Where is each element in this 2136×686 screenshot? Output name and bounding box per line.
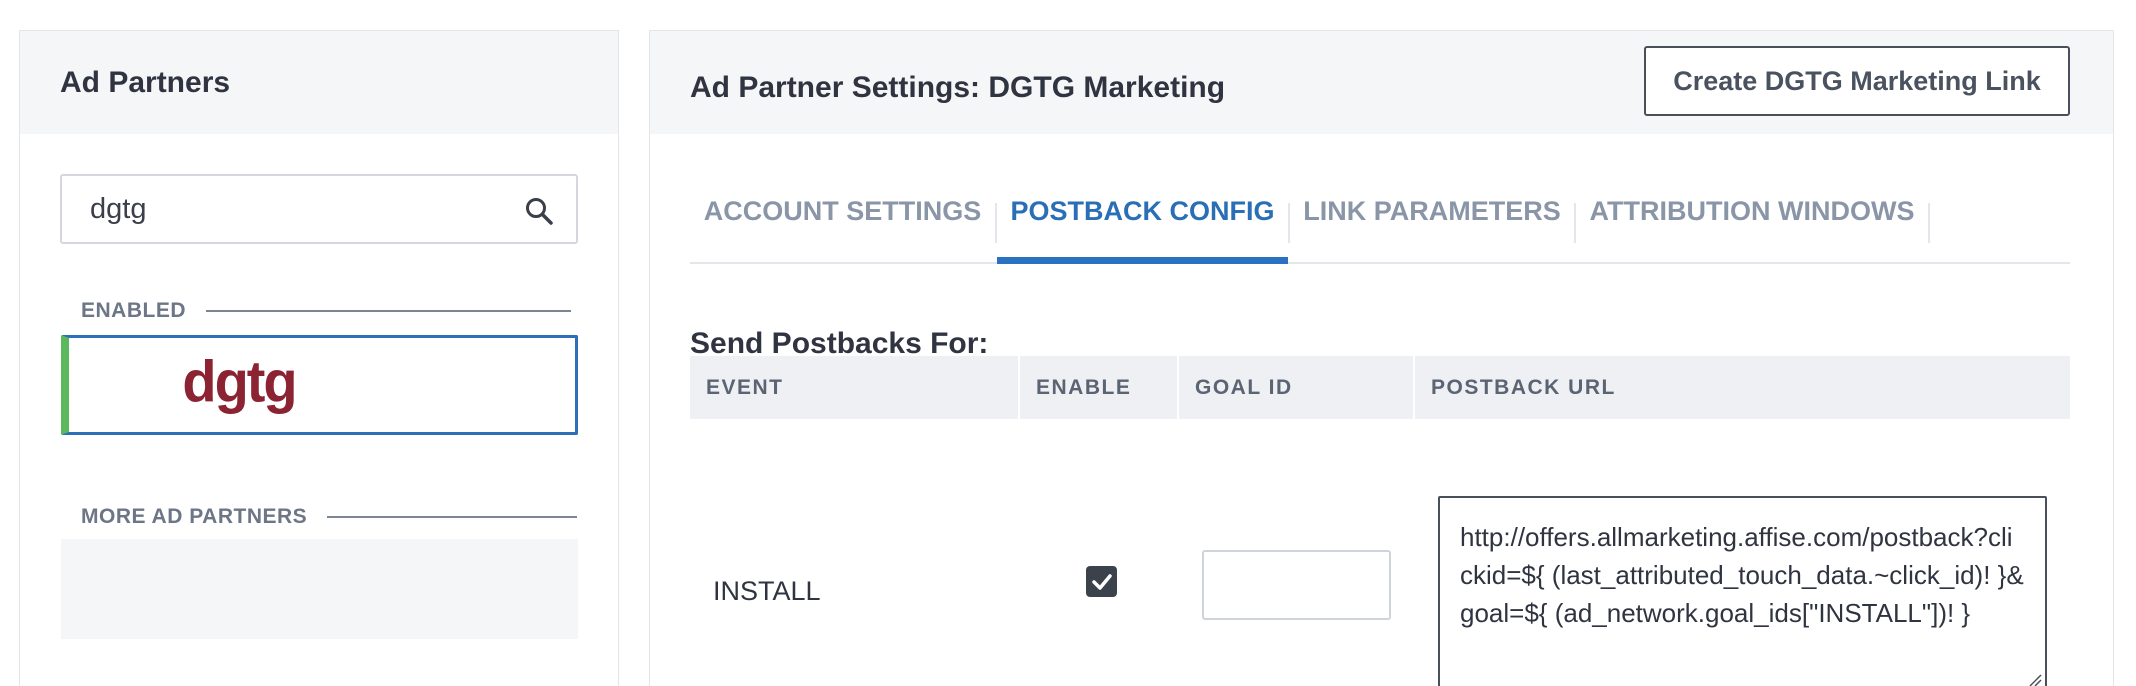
ad-partners-panel: Ad Partners dgtg ENABLED dgtg MORE AD PA… — [19, 30, 619, 686]
ad-partners-title: Ad Partners — [60, 65, 231, 99]
dgtg-logo-text: dgtg — [184, 353, 294, 415]
column-header-goal-id: GOAL ID — [1195, 375, 1293, 399]
column-header-enable: ENABLE — [1036, 375, 1132, 399]
tab-postback-config[interactable]: POSTBACK CONFIG — [997, 161, 1288, 264]
ad-partners-header: Ad Partners — [20, 31, 618, 134]
column-header-postback-url: POSTBACK URL — [1431, 375, 1616, 399]
settings-title: Ad Partner Settings: DGTG Marketing — [690, 71, 1226, 104]
column-header-event: EVENT — [706, 375, 784, 399]
more-partners-section-label: MORE AD PARTNERS — [81, 505, 578, 529]
dgtg-logo: dgtg — [184, 353, 294, 415]
event-name: INSTALL — [713, 576, 821, 606]
tab-link-parameters[interactable]: LINK PARAMETERS — [1290, 161, 1574, 262]
postback-url-textarea[interactable]: http://offers.allmarketing.affise.com/po… — [1438, 496, 2047, 686]
section-divider — [327, 516, 578, 518]
tab-account-settings[interactable]: ACCOUNT SETTINGS — [690, 161, 995, 262]
partner-card-dgtg[interactable]: dgtg — [61, 335, 578, 435]
more-partners-list — [61, 539, 578, 639]
check-icon — [1091, 573, 1112, 590]
postback-table-header: EVENT ENABLE GOAL ID POSTBACK URL — [690, 356, 2070, 419]
ad-partner-settings-panel: Ad Partner Settings: DGTG Marketing Crea… — [649, 30, 2114, 686]
search-input-value[interactable]: dgtg — [90, 193, 146, 226]
goal-id-input[interactable] — [1202, 550, 1391, 620]
tab-attribution-windows[interactable]: ATTRIBUTION WINDOWS — [1576, 161, 1928, 262]
enabled-section-label: ENABLED — [81, 299, 572, 323]
search-icon[interactable] — [524, 196, 554, 226]
resize-handle-icon[interactable] — [2026, 671, 2042, 686]
postback-url-text[interactable]: http://offers.allmarketing.affise.com/po… — [1460, 522, 2024, 628]
tab-divider — [1928, 203, 1930, 243]
partner-search-input[interactable]: dgtg — [60, 174, 578, 244]
more-partners-label-text: MORE AD PARTNERS — [81, 505, 308, 528]
create-marketing-link-button[interactable]: Create DGTG Marketing Link — [1644, 46, 2070, 116]
enabled-label-text: ENABLED — [81, 299, 187, 322]
section-divider — [206, 310, 572, 312]
enable-checkbox[interactable] — [1086, 566, 1117, 597]
settings-tabs: ACCOUNT SETTINGS POSTBACK CONFIG LINK PA… — [690, 161, 2070, 264]
